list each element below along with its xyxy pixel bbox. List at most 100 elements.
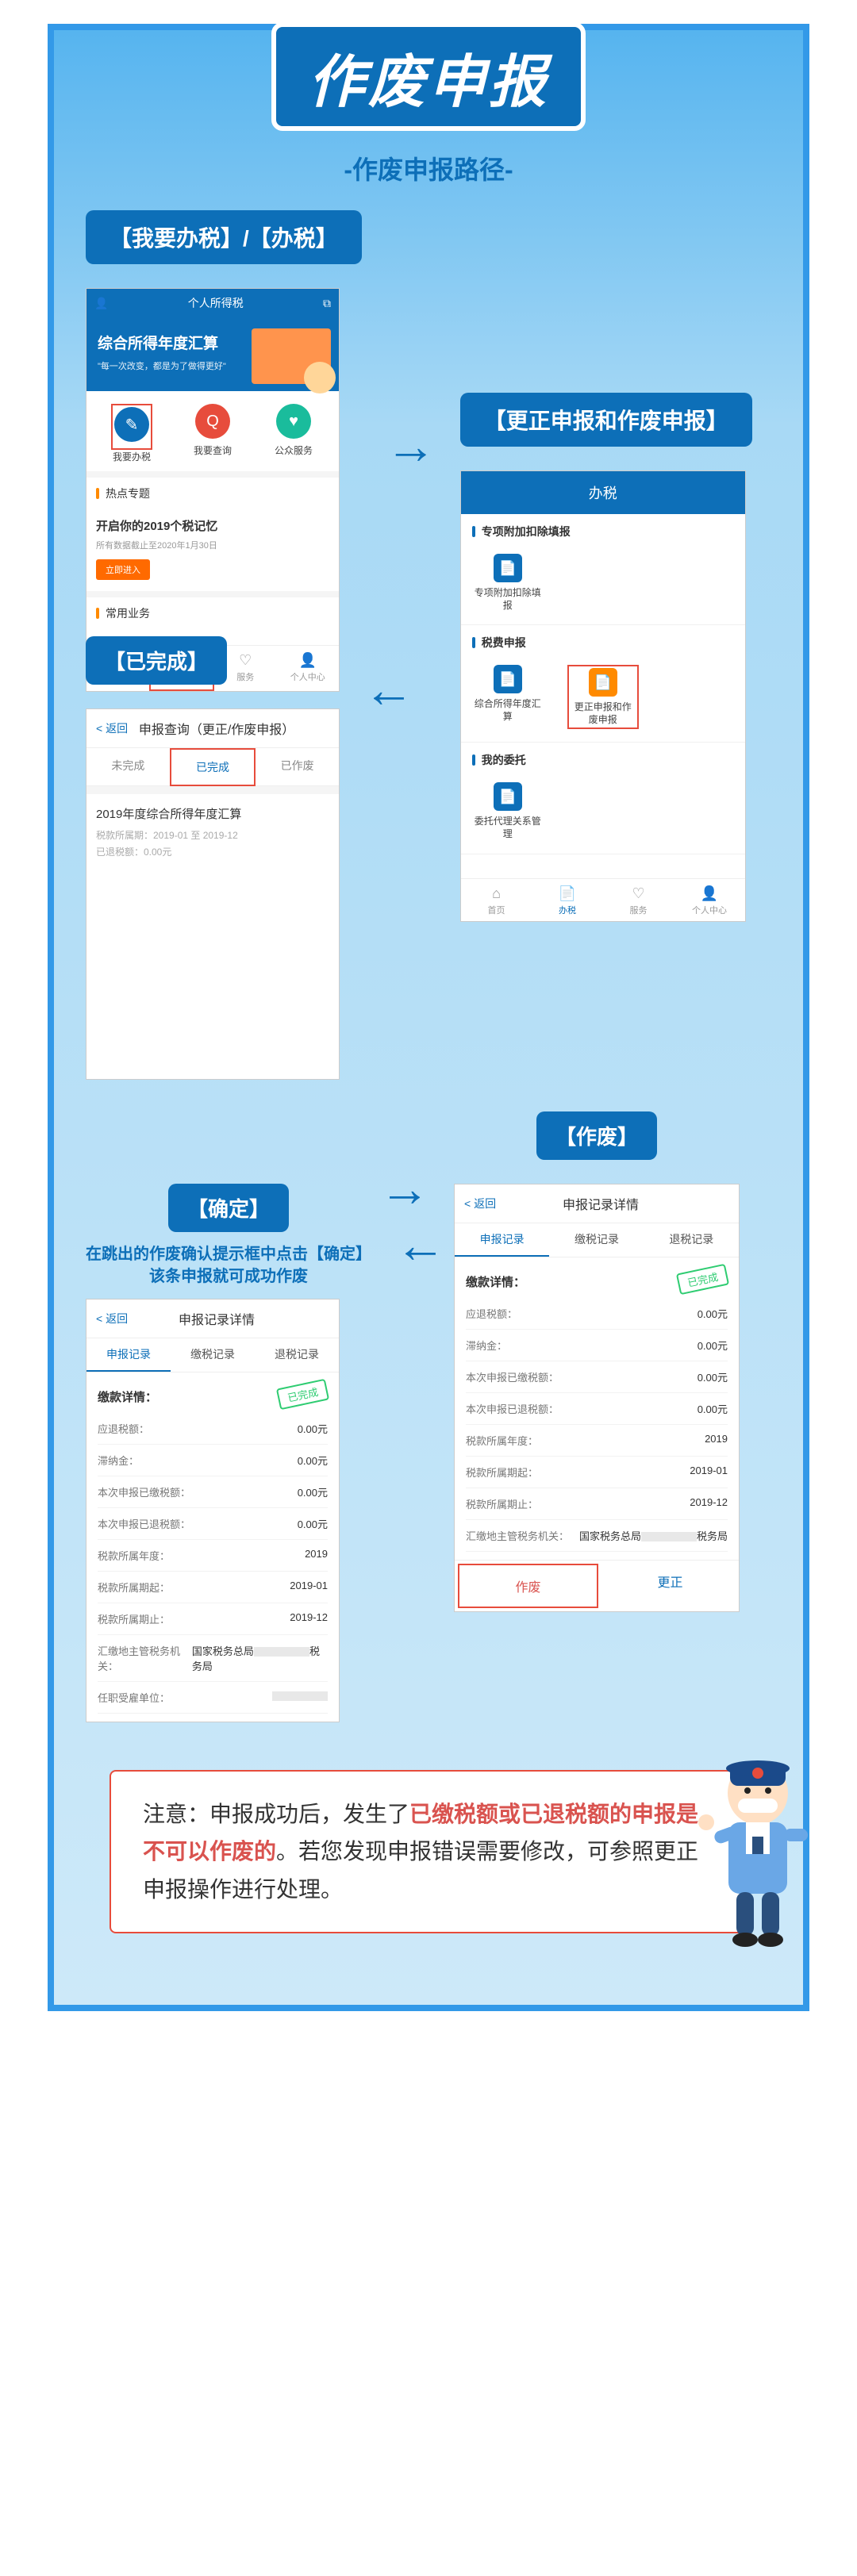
sec3-header: 我的委托: [472, 752, 734, 768]
step5-desc-line1: 在跳出的作废确认提示框中点击【确定】: [86, 1243, 371, 1265]
tab-service[interactable]: ♡服务: [603, 879, 674, 921]
screen5-title: 申报记录详情: [136, 1309, 298, 1328]
arrow-right-icon: [386, 417, 436, 475]
icon-item-gongzhongfuwu[interactable]: ♥ 公众服务: [254, 404, 334, 463]
edit-button[interactable]: 更正: [601, 1561, 739, 1611]
sec2-header: 税费申报: [472, 635, 734, 651]
kv-row: 本次申报已退税额：0.00元: [466, 1393, 728, 1425]
banner-illustration: [252, 328, 331, 384]
step5-tag: 【确定】: [168, 1184, 289, 1232]
item-gzsb-zfsb[interactable]: 📄 更正申报和作废申报: [567, 665, 639, 729]
screen5-tabs: 申报记录 缴税记录 退税记录: [86, 1338, 339, 1372]
step5-desc: 在跳出的作废确认提示框中点击【确定】 该条申报就可成功作废: [86, 1243, 371, 1288]
doc-icon: 📄: [494, 554, 522, 582]
doc-icon: 📄: [494, 665, 522, 693]
icon-item-woyaochaxun[interactable]: Q 我要查询: [173, 404, 253, 463]
hot-topic-sub: 所有数据截止至2020年1月30日: [96, 539, 329, 551]
topbar-scan-icon[interactable]: ⧉: [323, 297, 331, 310]
tab-banshui[interactable]: 📄办税: [532, 879, 603, 921]
tab-completed[interactable]: 已完成: [170, 748, 256, 786]
tab-shenbao[interactable]: 申报记录: [86, 1338, 171, 1372]
kv-row: 税款所属期起：2019-01: [98, 1572, 328, 1603]
step2-tag: 【更正申报和作废申报】: [460, 393, 752, 447]
tab-tuishui[interactable]: 退税记录: [644, 1223, 739, 1257]
screen1-topbar: 👤 个人所得税 ⧉: [86, 289, 339, 317]
hot-topic-title: 开启你的2019个税记忆: [96, 517, 329, 534]
hot-topic-card[interactable]: 开启你的2019个税记忆 所有数据截止至2020年1月30日 立即进入: [86, 509, 339, 591]
tab-label: 首页: [488, 906, 505, 916]
main-title-wrap: 作废申报: [86, 22, 771, 131]
screen3-title: 申报查询（更正/作废申报）: [136, 719, 298, 738]
tab-label: 服务: [630, 906, 648, 916]
screen3-nav: < 返回 申报查询（更正/作废申报）: [86, 709, 339, 748]
search-icon: Q: [195, 404, 230, 439]
kv-row: 税款所属年度：2019: [466, 1425, 728, 1457]
blurred-text: [641, 1532, 697, 1541]
tab-shenbao[interactable]: 申报记录: [455, 1223, 549, 1257]
screen4-nav: < 返回 申报记录详情: [455, 1184, 739, 1223]
tab-incomplete[interactable]: 未完成: [86, 748, 170, 786]
notice-box: 注意：申报成功后，发生了已缴税额或已退税额的申报是不可以作废的。若您发现申报错误…: [110, 1770, 747, 1934]
icon-label: 我要办税: [92, 450, 172, 463]
subtitle: -作废申报路径-: [86, 150, 771, 186]
item-label: 综合所得年度汇算: [472, 698, 544, 723]
arrow-left-icon: [363, 660, 414, 719]
kv-row: 税款所属期起：2019-01: [466, 1457, 728, 1488]
screen5-nav: < 返回 申报记录详情: [86, 1300, 339, 1338]
step4-tag: 【作废】: [536, 1111, 657, 1160]
tab-home[interactable]: ⌂ 首页: [461, 879, 532, 921]
kv-row: 本次申报已退税额：0.00元: [98, 1508, 328, 1540]
common-header: 常用业务: [86, 597, 339, 629]
home-icon: ⌂: [461, 885, 532, 902]
content-frame: 作废申报 -作废申报路径- 【我要办税】/【办税】 👤 个人所得税 ⧉ 综合所得…: [48, 24, 809, 2011]
kv-row: 应退税额：0.00元: [98, 1413, 328, 1445]
doc-icon: 📄: [532, 885, 603, 902]
screen2-phone: 办税 专项附加扣除填报 📄 专项附加扣除填报 税费申报: [460, 470, 746, 922]
screen4-phone: < 返回 申报记录详情 申报记录 缴税记录 退税记录 已完成 缴款详情： 应退税…: [454, 1184, 740, 1612]
tab-voided[interactable]: 已作废: [256, 748, 339, 786]
void-button[interactable]: 作废: [458, 1564, 598, 1608]
kv-row: 汇缴地主管税务机关：国家税务总局税务局: [466, 1520, 728, 1552]
kv-row: 本次申报已缴税额：0.00元: [466, 1361, 728, 1393]
tab-label: 个人中心: [692, 906, 727, 916]
back-button[interactable]: < 返回: [464, 1196, 496, 1211]
icon-item-woyaobanshui[interactable]: ✎ 我要办税: [92, 404, 172, 463]
screen2-sec2: 税费申报 📄 综合所得年度汇算 📄 更正申报和作废申报: [461, 625, 745, 743]
item-zxfjkctb[interactable]: 📄 专项附加扣除填报: [472, 554, 544, 612]
topbar-avatar-icon[interactable]: 👤: [94, 297, 108, 310]
blurred-text: [272, 1691, 328, 1701]
doc-icon: 📄: [589, 668, 617, 697]
step1-tag: 【我要办税】/【办税】: [86, 210, 362, 264]
tab-jiaoshui[interactable]: 缴税记录: [549, 1223, 644, 1257]
heart-icon: ♥: [276, 404, 311, 439]
item-label: 更正申报和作废申报: [571, 701, 636, 726]
doc-icon: 📄: [494, 782, 522, 811]
mascot-illustration: [690, 1749, 825, 1956]
screen4-tabs: 申报记录 缴税记录 退税记录: [455, 1223, 739, 1257]
screen2-tabbar: ⌂ 首页 📄办税 ♡服务 👤个人中心: [461, 878, 745, 921]
back-button[interactable]: < 返回: [96, 720, 128, 736]
hot-topic-button[interactable]: 立即进入: [96, 559, 150, 580]
screen2-title: 办税: [461, 471, 745, 514]
screen3-record[interactable]: 2019年度综合所得年度汇算 税款所属期：2019-01 至 2019-12 已…: [86, 794, 339, 873]
pencil-icon: ✎: [114, 407, 149, 442]
kv-row: 应退税额：0.00元: [466, 1298, 728, 1330]
hot-topic-header: 热点专题: [86, 478, 339, 509]
screen4-detail: 已完成 缴款详情： 应退税额：0.00元 滞纳金：0.00元 本次申报已缴税额：…: [455, 1257, 739, 1560]
tab-tuishui[interactable]: 退税记录: [255, 1338, 339, 1372]
screen4-action-bar: 作废 更正: [455, 1560, 739, 1611]
back-button[interactable]: < 返回: [96, 1311, 128, 1326]
screen3-tabs: 未完成 已完成 已作废: [86, 748, 339, 786]
screen2-sec3: 我的委托 📄 委托代理关系管理: [461, 743, 745, 854]
item-zhsdhz[interactable]: 📄 综合所得年度汇算: [472, 665, 544, 729]
screen5-detail: 已完成 缴款详情： 应退税额：0.00元 滞纳金：0.00元 本次申报已缴税额：…: [86, 1372, 339, 1722]
item-wtdlgx[interactable]: 📄 委托代理关系管理: [472, 782, 544, 840]
notice-prefix: 注意：申报成功后，发生了: [143, 1802, 409, 1826]
tab-profile[interactable]: 👤个人中心: [674, 879, 745, 921]
screen1-banner[interactable]: 综合所得年度汇算 "每一次改变，都是为了做得更好": [86, 317, 339, 391]
kv-row: 本次申报已缴税额：0.00元: [98, 1476, 328, 1508]
item-label: 委托代理关系管理: [472, 816, 544, 840]
arrow-left-icon: [395, 1215, 446, 1274]
icon-label: 公众服务: [254, 443, 334, 457]
tab-jiaoshui[interactable]: 缴税记录: [171, 1338, 255, 1372]
